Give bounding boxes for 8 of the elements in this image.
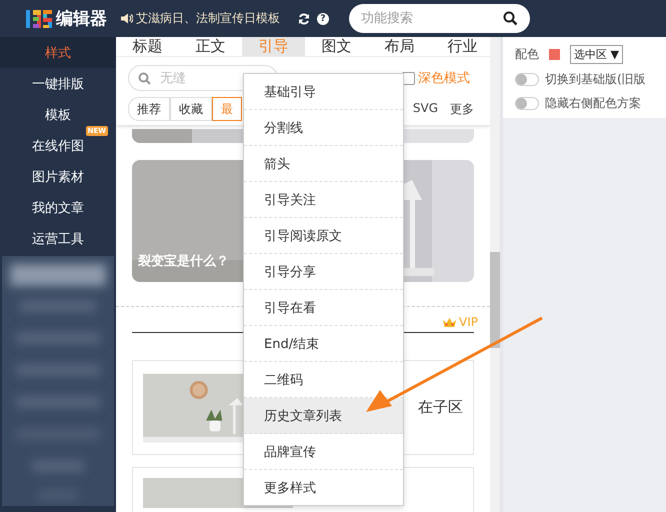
vip-label: VIP [459, 315, 478, 329]
card-text: 在子区 [418, 398, 463, 417]
toggle-label: 隐藏右侧配色方案 [545, 95, 641, 112]
color-label: 配色 [515, 46, 539, 63]
dark-mode-label: 深色模式 [418, 70, 470, 87]
card-caption: 裂变宝是什么？ [138, 252, 229, 270]
toggle-label: 切换到基础版(旧版 [545, 71, 646, 88]
app-title: 编辑器 [56, 8, 107, 30]
